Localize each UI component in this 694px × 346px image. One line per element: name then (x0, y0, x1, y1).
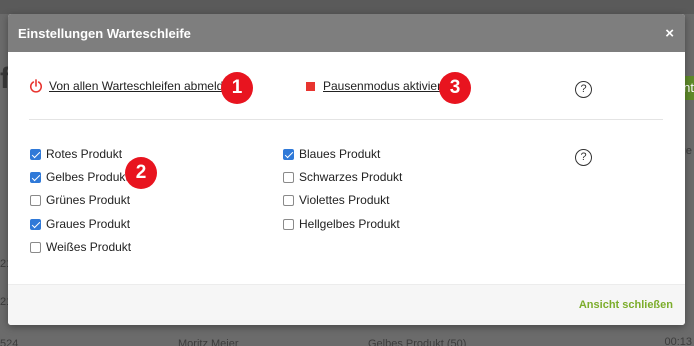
close-view-button[interactable]: Ansicht schließen (579, 299, 673, 311)
checkbox-weisses-produkt[interactable]: Weißes Produkt (30, 240, 131, 254)
checkbox-label: Grünes Produkt (46, 193, 131, 207)
logout-all-link[interactable]: Von allen Warteschleifen abmelden (49, 79, 237, 93)
checkbox-box[interactable] (283, 194, 294, 206)
checkbox-label: Blaues Produkt (299, 147, 381, 161)
background-table-row: 524 Moritz Meier Gelbes Produkt (50) (0, 336, 694, 346)
queue-settings-modal: Einstellungen Warteschleife × Von allen … (8, 14, 685, 325)
checkbox-blaues-produkt[interactable]: Blaues Produkt (283, 147, 380, 161)
checkbox-graues-produkt[interactable]: Graues Produkt (30, 217, 130, 231)
checkbox-gruenes-produkt[interactable]: Grünes Produkt (30, 193, 130, 207)
checkbox-label: Schwarzes Produkt (299, 170, 403, 184)
checkbox-label: Violettes Produkt (299, 193, 390, 207)
checkbox-box[interactable] (30, 148, 41, 160)
power-icon (29, 79, 43, 93)
checkbox-box[interactable] (30, 218, 41, 230)
checkbox-box[interactable] (30, 241, 41, 253)
checkbox-rotes-produkt[interactable]: Rotes Produkt (30, 147, 122, 161)
background-row-number: 524 (0, 338, 19, 346)
checkbox-label: Rotes Produkt (46, 147, 123, 161)
checkbox-box[interactable] (283, 148, 294, 160)
checkbox-schwarzes-produkt[interactable]: Schwarzes Produkt (283, 170, 402, 184)
modal-title: Einstellungen Warteschleife (18, 25, 191, 41)
pause-mode-link[interactable]: Pausenmodus aktivieren (323, 79, 454, 93)
help-icon[interactable]: ? (575, 149, 592, 166)
close-icon[interactable]: × (665, 26, 674, 41)
modal-footer: Ansicht schließen (8, 284, 685, 325)
help-icon[interactable]: ? (575, 81, 592, 98)
background-row-product: Gelbes Produkt (50) (368, 338, 467, 346)
annotation-badge: 1 (221, 72, 253, 104)
checkbox-box[interactable] (30, 194, 41, 206)
checkbox-label: Weißes Produkt (46, 240, 132, 254)
product-checkbox-list: Rotes Produkt Gelbes Produkt Grünes Prod… (8, 120, 685, 268)
checkbox-box[interactable] (283, 218, 294, 230)
checkbox-gelbes-produkt[interactable]: Gelbes Produkt (30, 170, 129, 184)
checkbox-label: Gelbes Produkt (46, 170, 129, 184)
background-row-name: Moritz Meier (178, 338, 239, 346)
checkbox-label: Graues Produkt (46, 217, 131, 231)
actions-row: Von allen Warteschleifen abmelden Pausen… (29, 52, 663, 120)
pause-mode-action[interactable]: Pausenmodus aktivieren (306, 79, 454, 93)
checkbox-hellgelbes-produkt[interactable]: Hellgelbes Produkt (283, 217, 400, 231)
annotation-badge: 2 (125, 157, 157, 189)
logout-all-action[interactable]: Von allen Warteschleifen abmelden (29, 79, 237, 93)
stop-square-icon (306, 81, 315, 91)
checkbox-box[interactable] (283, 171, 294, 183)
modal-header: Einstellungen Warteschleife × (8, 14, 685, 52)
checkbox-box[interactable] (30, 171, 41, 183)
checkbox-violettes-produkt[interactable]: Violettes Produkt (283, 193, 390, 207)
background-header (0, 0, 694, 14)
checkbox-label: Hellgelbes Produkt (299, 217, 400, 231)
annotation-badge: 3 (439, 72, 471, 104)
